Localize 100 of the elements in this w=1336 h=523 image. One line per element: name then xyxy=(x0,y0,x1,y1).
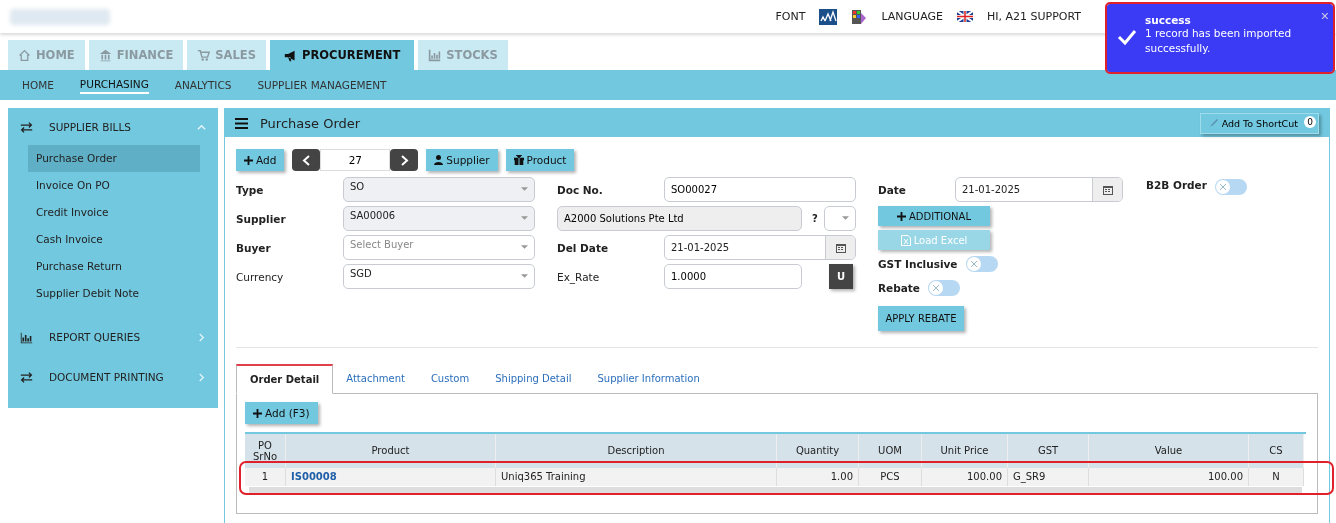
supplier-select[interactable]: SA00006 xyxy=(343,206,535,231)
apply-rebate-button[interactable]: APPLY REBATE xyxy=(878,306,964,331)
palette-icon[interactable] xyxy=(851,8,868,25)
nav-link[interactable]: ANALYTICS xyxy=(174,77,232,93)
language-label[interactable]: LANGUAGE xyxy=(881,10,943,23)
column-header: UOM xyxy=(859,434,922,468)
detail-tab[interactable]: Supplier Information xyxy=(584,364,713,393)
detail-tab[interactable]: Shipping Detail xyxy=(482,364,585,393)
column-header: Product xyxy=(286,434,496,468)
toggle-switch[interactable] xyxy=(965,256,998,272)
column-header: Unit Price xyxy=(922,434,1008,468)
dropdown-caret-icon xyxy=(521,274,528,278)
add-row-button[interactable]: Add (F3) xyxy=(245,402,318,424)
table-cell: 100.00 xyxy=(1089,468,1249,486)
calendar-button[interactable] xyxy=(825,236,855,259)
sidebar-item[interactable]: Purchase Return xyxy=(28,253,200,280)
dropdown-caret-icon xyxy=(841,216,849,220)
calendar-icon xyxy=(1102,184,1113,195)
supplier-button[interactable]: Supplier xyxy=(426,149,498,171)
chevron-left-icon xyxy=(301,154,311,166)
toggle-switch[interactable] xyxy=(927,280,960,296)
bank-icon xyxy=(98,48,112,62)
table-cell: N xyxy=(1249,468,1304,486)
add-to-shortcut-button[interactable]: Add To ShortCut 0 xyxy=(1199,112,1319,134)
table-cell: PCS xyxy=(859,468,922,486)
table-cell: Uniq365 Training xyxy=(496,468,777,486)
field-label: Rebate xyxy=(878,282,920,294)
horizontal-scrollbar[interactable] xyxy=(249,487,1302,495)
sidebar-group[interactable]: REPORT QUERIES xyxy=(8,323,218,351)
toggle-switch[interactable] xyxy=(1214,179,1247,195)
menu-icon[interactable] xyxy=(235,117,248,129)
sidebar-item[interactable]: Invoice On PO xyxy=(28,172,200,199)
column-header: Quantity xyxy=(777,434,859,468)
chevron-up-icon xyxy=(197,122,206,132)
swap-arrows-icon xyxy=(20,370,33,384)
record-number-field[interactable]: 27 xyxy=(320,149,391,171)
swap-arrows-icon xyxy=(20,120,33,134)
sidebar-item[interactable]: Cash Invoice xyxy=(28,226,200,253)
field-label: Ex_Rate xyxy=(557,270,601,283)
x-icon xyxy=(1219,184,1226,190)
plus-icon xyxy=(253,408,262,418)
buyer-select[interactable]: Select Buyer xyxy=(343,235,535,260)
detail-tab[interactable]: Order Detail xyxy=(236,364,334,394)
doc-no-field[interactable]: SO00027 xyxy=(664,177,856,202)
nav-link[interactable]: PURCHASING xyxy=(79,76,149,94)
sidebar-item[interactable]: Purchase Order xyxy=(28,145,200,172)
field-label: Doc No. xyxy=(557,183,604,196)
previous-button[interactable] xyxy=(292,149,321,171)
field-label: Type xyxy=(236,183,265,196)
supplier-name-field[interactable]: A2000 Solutions Pte Ltd xyxy=(557,206,802,231)
user-greeting[interactable]: HI, A21 SUPPORT xyxy=(986,10,1081,23)
sidebar-group[interactable]: DOCUMENT PRINTING xyxy=(8,363,218,391)
sidebar-item[interactable]: Credit Invoice xyxy=(28,199,200,226)
bar-chart-icon xyxy=(428,48,442,62)
column-header: GST xyxy=(1008,434,1089,468)
product-button[interactable]: Product xyxy=(505,149,575,171)
field-label: Supplier xyxy=(236,212,287,225)
sidebar-group[interactable]: SUPPLIER BILLS xyxy=(8,113,218,141)
table-cell: 100.00 xyxy=(922,468,1008,486)
column-header: CS xyxy=(1249,434,1304,468)
column-header: Description xyxy=(496,434,777,468)
toast-title: success xyxy=(1145,14,1192,26)
detail-tab[interactable]: Custom xyxy=(417,364,483,393)
home-icon xyxy=(18,48,31,62)
nav-link[interactable]: HOME xyxy=(22,77,54,93)
nav-link[interactable]: SUPPLIER MANAGEMENT xyxy=(257,77,387,93)
type-select[interactable]: SO xyxy=(343,177,535,202)
chevron-right-icon xyxy=(197,332,206,342)
plus-icon xyxy=(897,211,906,221)
person-icon xyxy=(434,155,444,165)
sidebar-item[interactable]: Supplier Debit Note xyxy=(28,280,200,307)
close-button[interactable]: × xyxy=(1320,8,1329,24)
add-button[interactable]: Add xyxy=(236,149,285,171)
calendar-icon xyxy=(835,242,846,253)
flag-icon[interactable] xyxy=(956,11,973,22)
megaphone-icon xyxy=(283,48,297,62)
x-icon xyxy=(932,285,939,291)
next-button[interactable] xyxy=(390,149,419,171)
field-label: B2B Order xyxy=(1146,179,1207,191)
font-size-icon[interactable] xyxy=(819,8,838,25)
calendar-button[interactable] xyxy=(1092,178,1122,201)
del-date-field[interactable]: 21-01-2025 xyxy=(664,235,856,260)
field-label: Date xyxy=(878,183,907,196)
ex-rate-field[interactable]: 1.0000 xyxy=(664,264,802,289)
chevron-right-icon xyxy=(197,372,206,382)
column-header: PO SrNo xyxy=(245,434,286,468)
currency-select[interactable]: SGD xyxy=(343,264,535,289)
chevron-right-icon xyxy=(399,154,409,166)
table-cell: 1.00 xyxy=(777,468,859,486)
detail-tab[interactable]: Attachment xyxy=(333,364,418,393)
dropdown-caret-icon xyxy=(521,245,528,249)
product-link[interactable]: IS00008 xyxy=(286,468,496,486)
dropdown-caret-icon xyxy=(521,187,528,191)
dropdown-caret-icon xyxy=(521,216,528,220)
module-tab[interactable]: PROCUREMENT xyxy=(269,40,415,70)
additional-button[interactable]: ADDITIONAL xyxy=(878,206,990,226)
date-field[interactable]: 21-01-2025 xyxy=(955,177,1123,202)
update-rate-button[interactable]: U xyxy=(829,264,853,289)
cart-icon xyxy=(197,48,211,62)
bar-chart-icon xyxy=(20,330,33,344)
